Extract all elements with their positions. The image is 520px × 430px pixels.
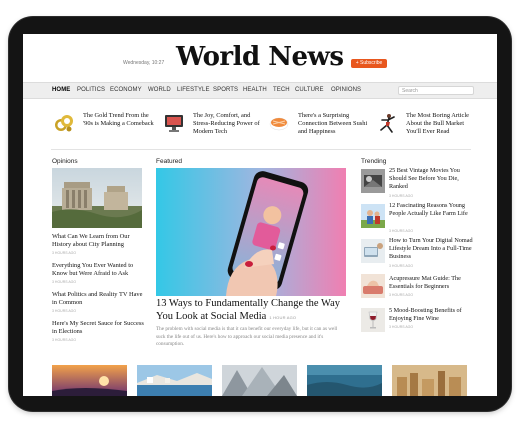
opinion-meta: 3 HOURS AGO [52,338,77,342]
strip-story-3[interactable]: There's a Surprising Connection Between … [268,112,373,138]
trending-thumb-acupressure[interactable] [361,274,385,298]
nav-item-health[interactable]: HEALTH [243,87,267,93]
bottom-image-ocean[interactable] [307,365,382,396]
trending-meta: 3 HOURS AGO [389,293,414,297]
nav-item-world[interactable]: WORLD [148,87,171,93]
nav-item-culture[interactable]: CULTURE [295,87,324,93]
trending-heading: Trending [361,158,387,165]
strip-story-title: The Gold Trend From the '90s is Making a… [83,112,154,127]
opinions-image-ruins[interactable] [52,168,142,228]
trending-link[interactable]: Acupressure Mat Guide: The Essentials fo… [389,275,477,291]
featured-title[interactable]: 13 Ways to Fundamentally Change the Way … [156,297,351,324]
dancer-icon [380,114,395,133]
sushi-icon [269,117,289,131]
opinion-link[interactable]: What Can We Learn from Our History about… [52,233,144,249]
trending-thumb-nomad[interactable] [361,239,385,263]
opinion-link[interactable]: Everything You Ever Wanted to Know but W… [52,262,144,278]
strip-story-title: There's a Surprising Connection Between … [298,112,368,135]
trending-meta: 3 HOURS AGO [389,325,414,329]
opinion-meta: 3 HOURS AGO [52,251,77,255]
trending-thumb-wine[interactable] [361,308,385,332]
strip-story-title: The Joy, Comfort, and Stress-Reducing Po… [193,112,260,135]
trending-meta: 3 HOURS AGO [389,264,414,268]
trending-thumb-movies[interactable] [361,169,385,193]
trending-meta: 3 HOURS AGO [389,194,414,198]
monitor-icon [165,115,183,132]
trending-meta: 3 HOURS AGO [389,229,414,233]
main-nav: HOME POLITICS ECONOMY WORLD LIFESTYLE SP… [23,82,497,99]
bottom-image-coast[interactable] [137,365,212,396]
trending-thumb-farm[interactable] [361,204,385,228]
nav-item-opinions[interactable]: OPINIONS [331,87,361,93]
nav-item-home[interactable]: HOME [52,87,70,93]
strip-story-2[interactable]: The Joy, Comfort, and Stress-Reducing Po… [163,112,268,138]
featured-title-text[interactable]: 13 Ways to Fundamentally Change the Way … [156,298,340,322]
trending-link[interactable]: 25 Best Vintage Movies You Should See Be… [389,167,477,191]
browser-screen: Wednesday, 10:27 World News + Subscribe … [23,34,497,396]
nav-item-politics[interactable]: POLITICS [77,87,105,93]
bottom-image-frost[interactable] [222,365,297,396]
bottom-image-sunset[interactable] [52,365,127,396]
section-divider [51,149,471,150]
trending-link[interactable]: How to Turn Your Digital Nomad Lifestyle… [389,237,477,261]
nav-item-economy[interactable]: ECONOMY [110,87,142,93]
featured-description: The problem with social media is that it… [156,326,338,347]
opinion-meta: 3 HOURS AGO [52,309,77,313]
featured-time: 1 HOUR AGO [269,315,297,320]
featured-heading: Featured [156,158,183,165]
trending-link[interactable]: 12 Fascinating Reasons Young People Actu… [389,202,477,218]
opinion-meta: 3 HOURS AGO [52,280,77,284]
trending-link[interactable]: 5 Mood-Boosting Benefits of Enjoying Fin… [389,307,477,323]
site-logo[interactable]: World News [176,42,344,72]
nav-item-tech[interactable]: TECH [273,87,290,93]
strip-story-title: The Most Boring Article About the Bull M… [406,112,470,135]
search-input[interactable]: Search [398,86,474,95]
strip-story-4[interactable]: The Most Boring Article About the Bull M… [376,112,481,138]
masthead: Wednesday, 10:27 World News + Subscribe [23,34,497,80]
header-date: Wednesday, 10:27 [123,60,165,66]
opinion-link[interactable]: What Politics and Reality TV Have in Com… [52,291,144,307]
nav-item-lifestyle[interactable]: LIFESTYLE [177,87,210,93]
strip-story-1[interactable]: The Gold Trend From the '90s is Making a… [53,112,158,138]
featured-image[interactable] [156,168,346,296]
nav-item-sports[interactable]: SPORTS [213,87,238,93]
opinions-heading: Opinions [52,158,78,165]
gold-jewelry-icon [55,115,73,132]
opinion-link[interactable]: Here's My Secret Sauce for Success in El… [52,320,144,336]
subscribe-button[interactable]: + Subscribe [351,59,387,68]
bottom-image-cityscape[interactable] [392,365,467,396]
